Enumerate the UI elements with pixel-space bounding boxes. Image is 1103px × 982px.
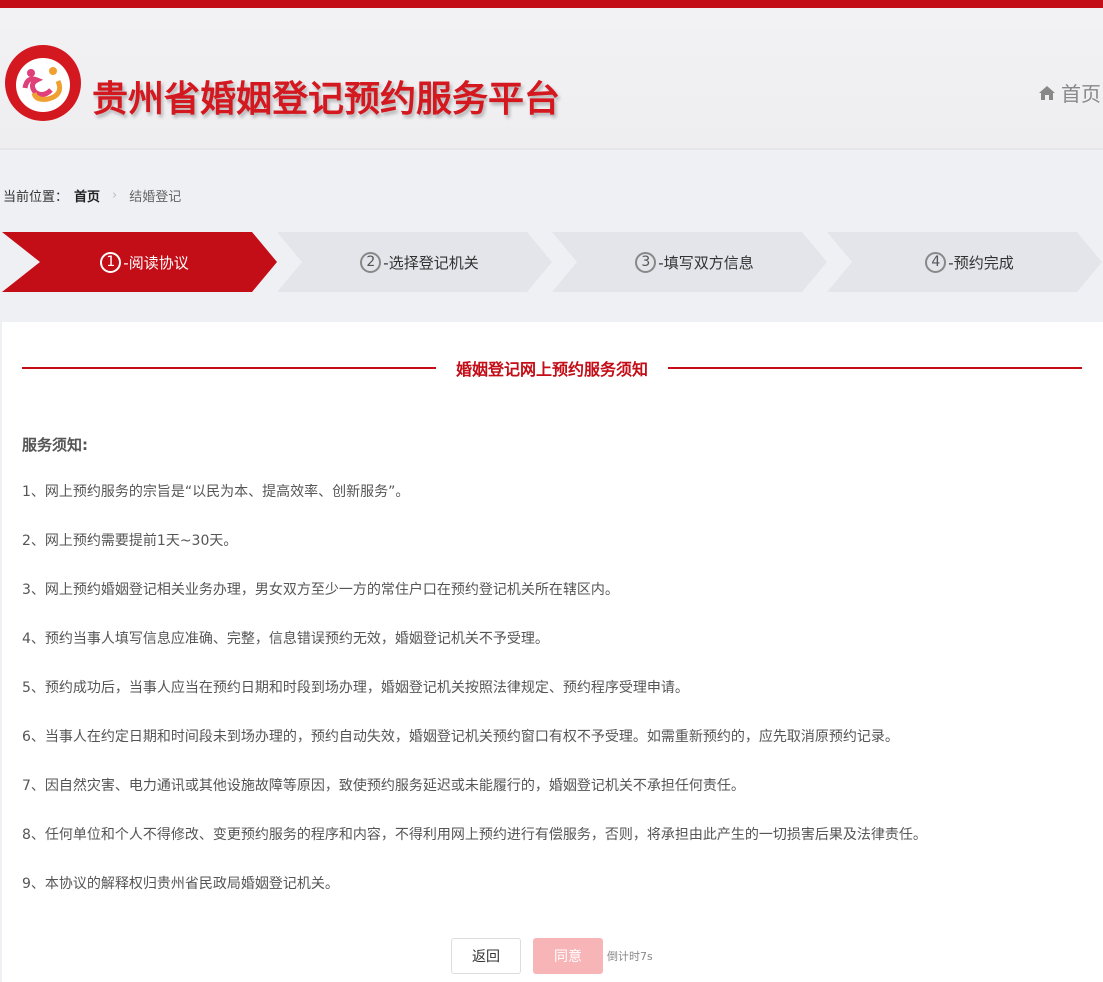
list-item: 7、因自然灾害、电力通讯或其他设施故障等原因，致使预约服务延迟或未能履行的，婚姻… bbox=[22, 778, 745, 794]
step-label: -阅读协议 bbox=[123, 253, 189, 272]
step-complete: 4 -预约完成 bbox=[827, 232, 1102, 292]
step-number: 1 bbox=[100, 251, 122, 273]
chevron-right-icon: › bbox=[112, 188, 118, 203]
list-item: 5、预约成功后，当事人应当在预约日期和时段到场办理，婚姻登记机关按照法律规定、预… bbox=[22, 680, 689, 696]
panel-title-row: 婚姻登记网上预约服务须知 bbox=[22, 358, 1083, 379]
site-title: 贵州省婚姻登记预约服务平台 bbox=[92, 79, 561, 120]
step-number: 2 bbox=[360, 251, 382, 273]
step-read-agreement: 1 -阅读协议 bbox=[2, 232, 277, 292]
list-item: 6、当事人在约定日期和时间段未到场办理的，预约自动失效，婚姻登记机关预约窗口有权… bbox=[22, 729, 899, 745]
list-item: 3、网上预约婚姻登记相关业务办理，男女双方至少一方的常住户口在预约登记机关所在辖… bbox=[22, 582, 619, 598]
home-link[interactable]: 首页 bbox=[1038, 78, 1101, 107]
top-accent-bar bbox=[0, 0, 1103, 8]
list-item: 9、本协议的解释权归贵州省民政局婚姻登记机关。 bbox=[22, 876, 339, 892]
countdown-text: 倒计时7s bbox=[607, 950, 653, 963]
step-label: -填写双方信息 bbox=[658, 253, 754, 272]
back-button[interactable]: 返回 bbox=[451, 938, 521, 974]
notice-list: 1、网上预约服务的宗旨是“以民为本、提高效率、创新服务”。 2、网上预约需要提前… bbox=[22, 482, 927, 923]
home-icon bbox=[1039, 85, 1055, 100]
header: 贵州省婚姻登记预约服务平台 首页 bbox=[0, 8, 1103, 150]
divider bbox=[668, 367, 1083, 369]
breadcrumb-home[interactable]: 首页 bbox=[74, 186, 100, 205]
divider bbox=[22, 367, 436, 369]
progress-steps: 1 -阅读协议 2 -选择登记机关 3 -填写双方信息 4 -预约完成 bbox=[2, 232, 1103, 292]
breadcrumb-current: 结婚登记 bbox=[129, 190, 182, 205]
step-label: -选择登记机关 bbox=[383, 253, 479, 272]
agreement-panel: 婚姻登记网上预约服务须知 服务须知: 1、网上预约服务的宗旨是“以民为本、提高效… bbox=[2, 322, 1103, 982]
breadcrumb-prefix: 当前位置： bbox=[3, 190, 69, 205]
panel-title: 婚姻登记网上预约服务须知 bbox=[456, 360, 649, 379]
action-bar: 返回 同意 倒计时7s bbox=[451, 938, 653, 974]
list-item: 2、网上预约需要提前1天~30天。 bbox=[22, 533, 238, 549]
step-fill-info: 3 -填写双方信息 bbox=[552, 232, 827, 292]
step-label: -预约完成 bbox=[948, 253, 1014, 272]
home-link-label: 首页 bbox=[1061, 82, 1101, 106]
agree-button[interactable]: 同意 bbox=[533, 938, 603, 974]
notice-subtitle: 服务须知: bbox=[22, 436, 88, 454]
list-item: 1、网上预约服务的宗旨是“以民为本、提高效率、创新服务”。 bbox=[22, 484, 410, 500]
list-item: 8、任何单位和个人不得修改、变更预约服务的程序和内容，不得利用网上预约进行有偿服… bbox=[22, 827, 927, 843]
step-number: 3 bbox=[635, 251, 657, 273]
step-number: 4 bbox=[925, 251, 947, 273]
step-select-office: 2 -选择登记机关 bbox=[277, 232, 552, 292]
breadcrumb: 当前位置： 首页 › 结婚登记 bbox=[3, 186, 181, 205]
list-item: 4、预约当事人填写信息应准确、完整，信息错误预约无效，婚姻登记机关不予受理。 bbox=[22, 631, 549, 647]
marriage-registration-logo bbox=[5, 45, 81, 121]
